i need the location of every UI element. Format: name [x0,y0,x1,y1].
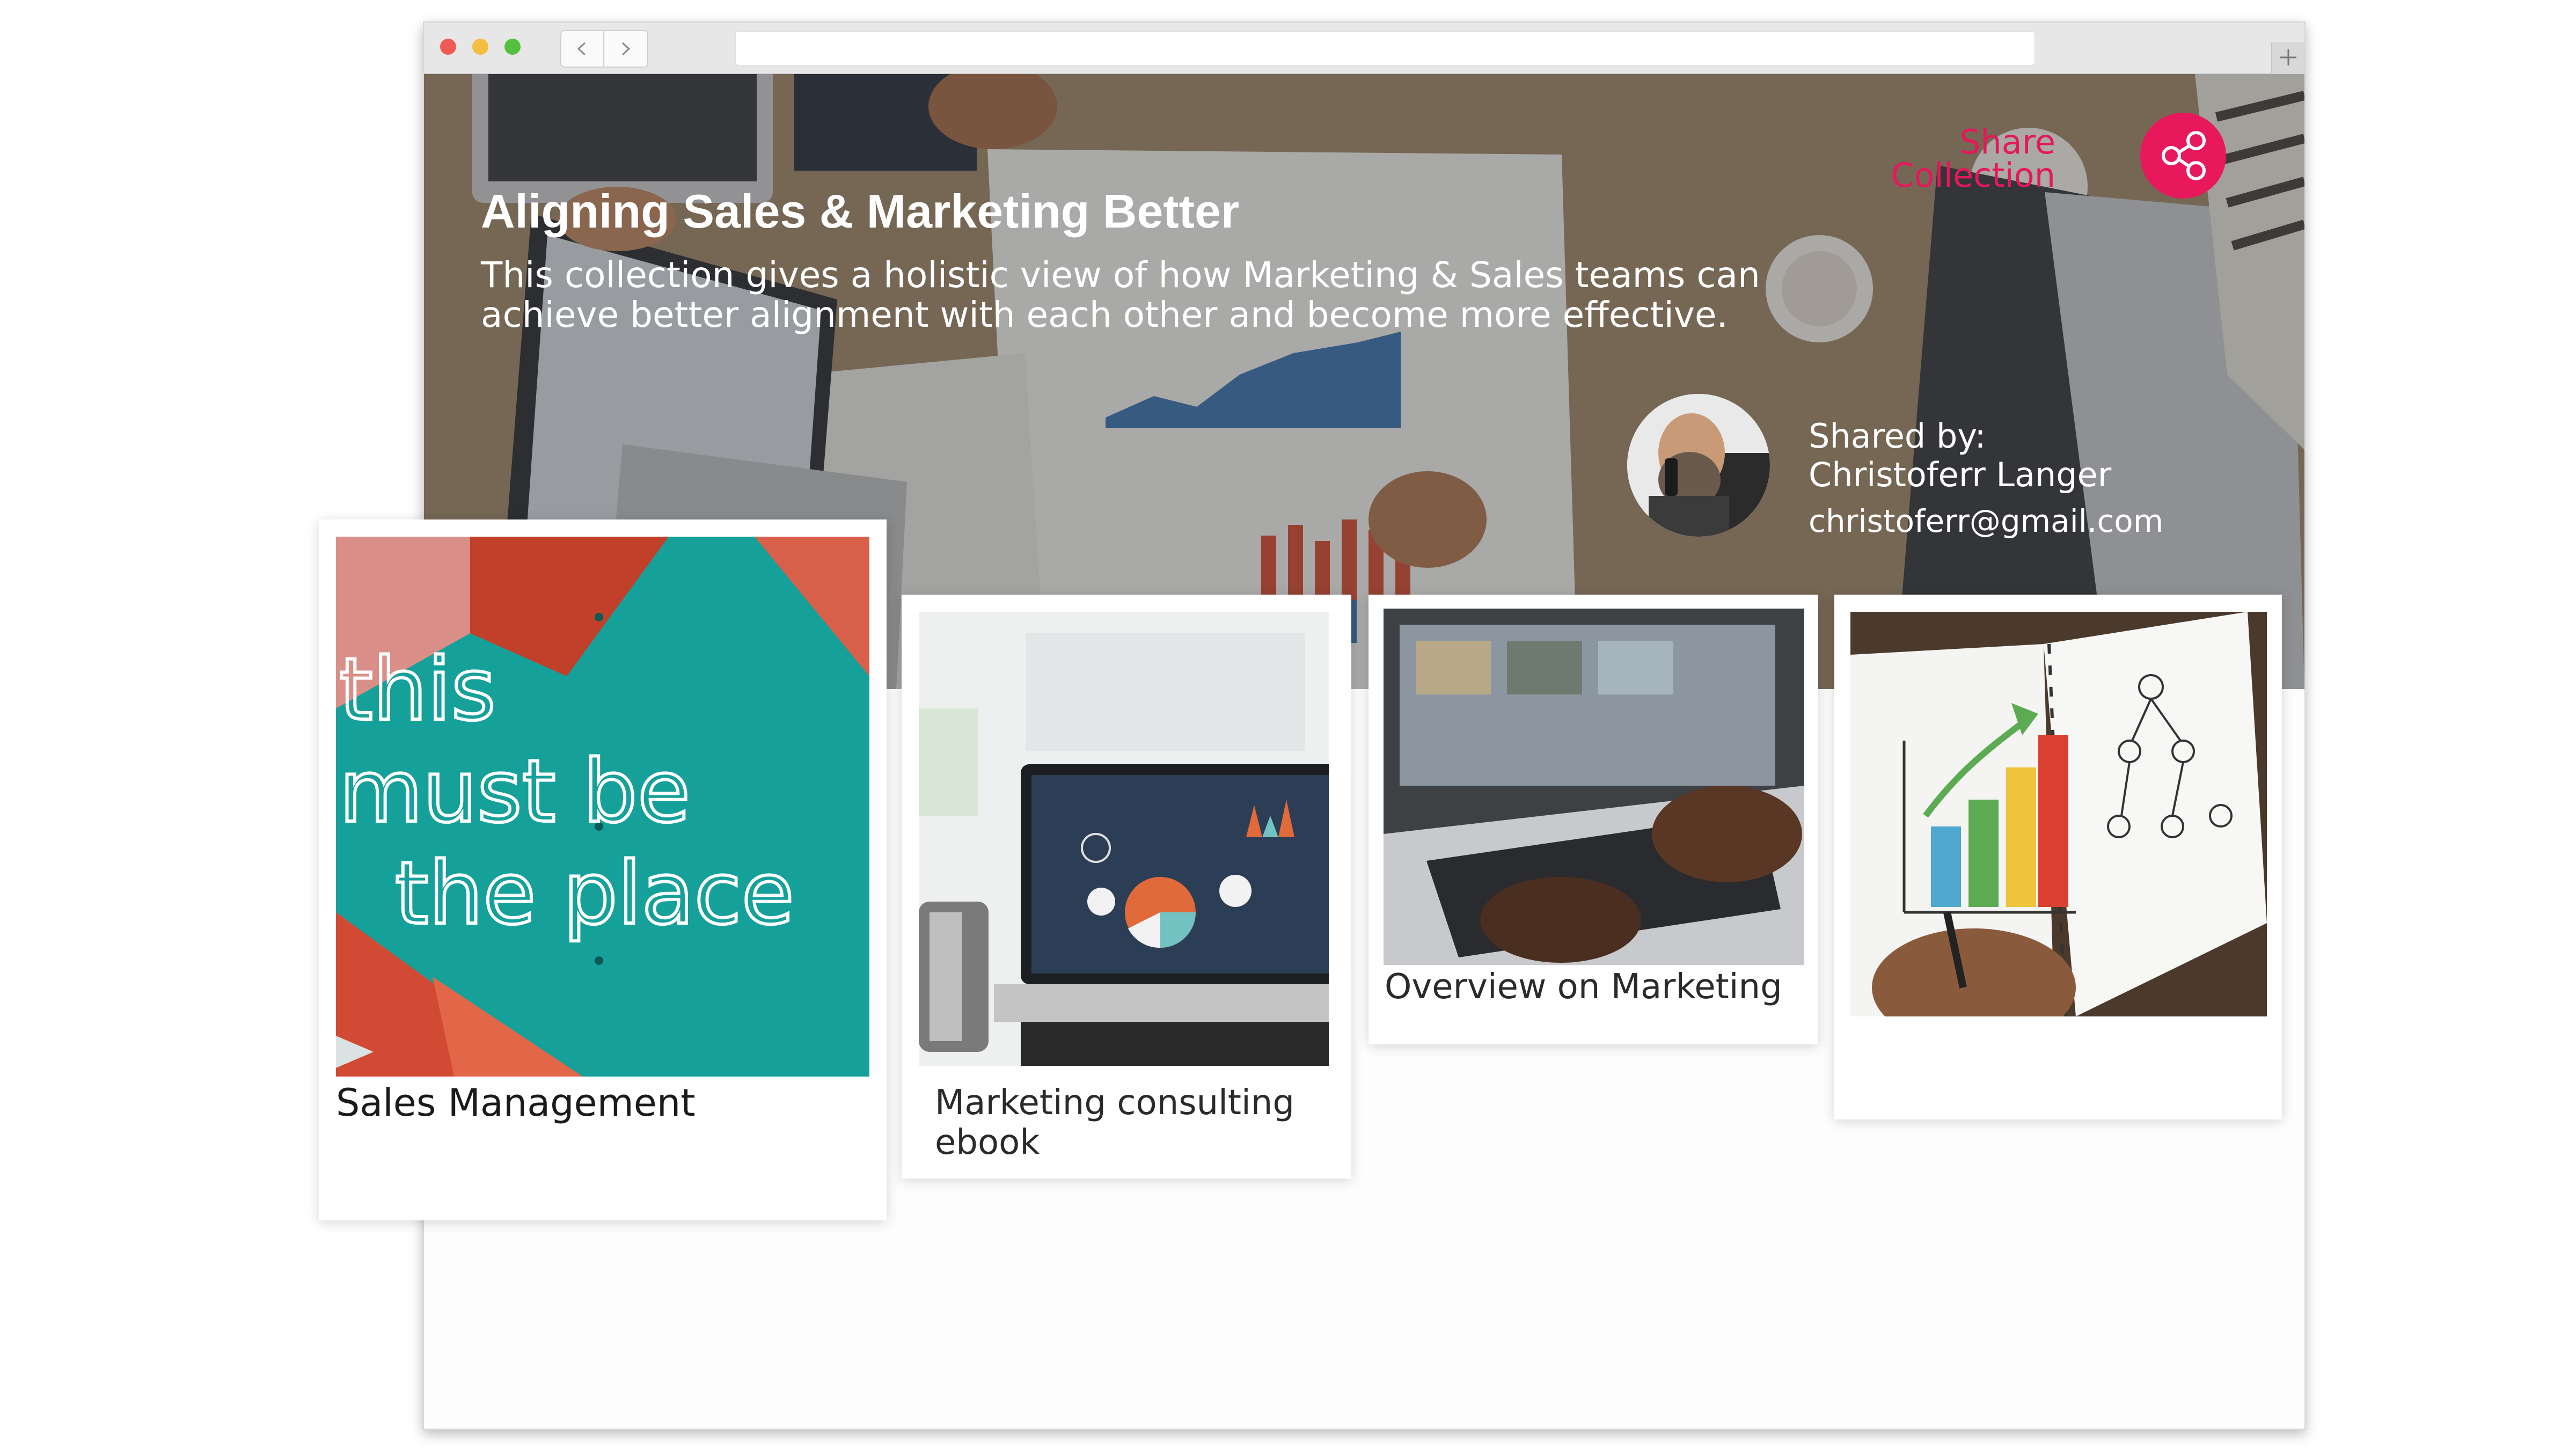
neon-text-line-3: the place [395,843,794,943]
card-title: Overview on Marketing [1385,967,1782,1007]
navigation-buttons [560,30,648,68]
collection-card[interactable] [1834,595,2282,1119]
nav-divider [603,31,604,67]
forward-icon[interactable] [616,42,634,56]
collection-description: This collection gives a holistic view of… [481,254,1760,335]
share-icon [2162,131,2206,180]
share-collection-button[interactable] [2140,113,2226,199]
new-tab-button[interactable] [2271,42,2304,73]
minimize-window-button[interactable] [472,39,488,55]
plus-icon [2280,49,2296,65]
shared-by-label: Shared by: [1809,416,1986,456]
share-collection-label[interactable]: Share Collection [1873,126,2055,192]
address-bar[interactable] [735,31,2035,65]
maximize-window-button[interactable] [504,39,521,55]
back-icon[interactable] [573,42,591,56]
browser-titlebar [424,23,2304,74]
neon-text-line-2: must be [339,741,690,841]
close-window-button[interactable] [440,39,456,55]
card-title: Marketing consulting ebook [935,1083,1294,1162]
laptop-typing-image [1384,609,1804,965]
owner-email[interactable]: christoferr@gmail.com [1809,502,2163,540]
owner-name: Christoferr Langer [1809,455,2112,494]
collection-card[interactable]: Marketing consulting ebook [902,595,1351,1179]
neon-text-line-1: this [339,639,496,740]
card-title: Sales Management [336,1081,696,1125]
collection-card[interactable]: Overview on Marketing [1368,595,1818,1044]
laptop-analytics-image [919,612,1329,1066]
owner-avatar [1627,394,1770,537]
notebook-chart-image [1850,612,2267,1016]
neon-sign-image: this must be the place [336,537,869,1077]
collection-card[interactable]: this must be the place Sales Management [319,519,887,1220]
collection-title: Aligning Sales & Marketing Better [481,185,1240,238]
